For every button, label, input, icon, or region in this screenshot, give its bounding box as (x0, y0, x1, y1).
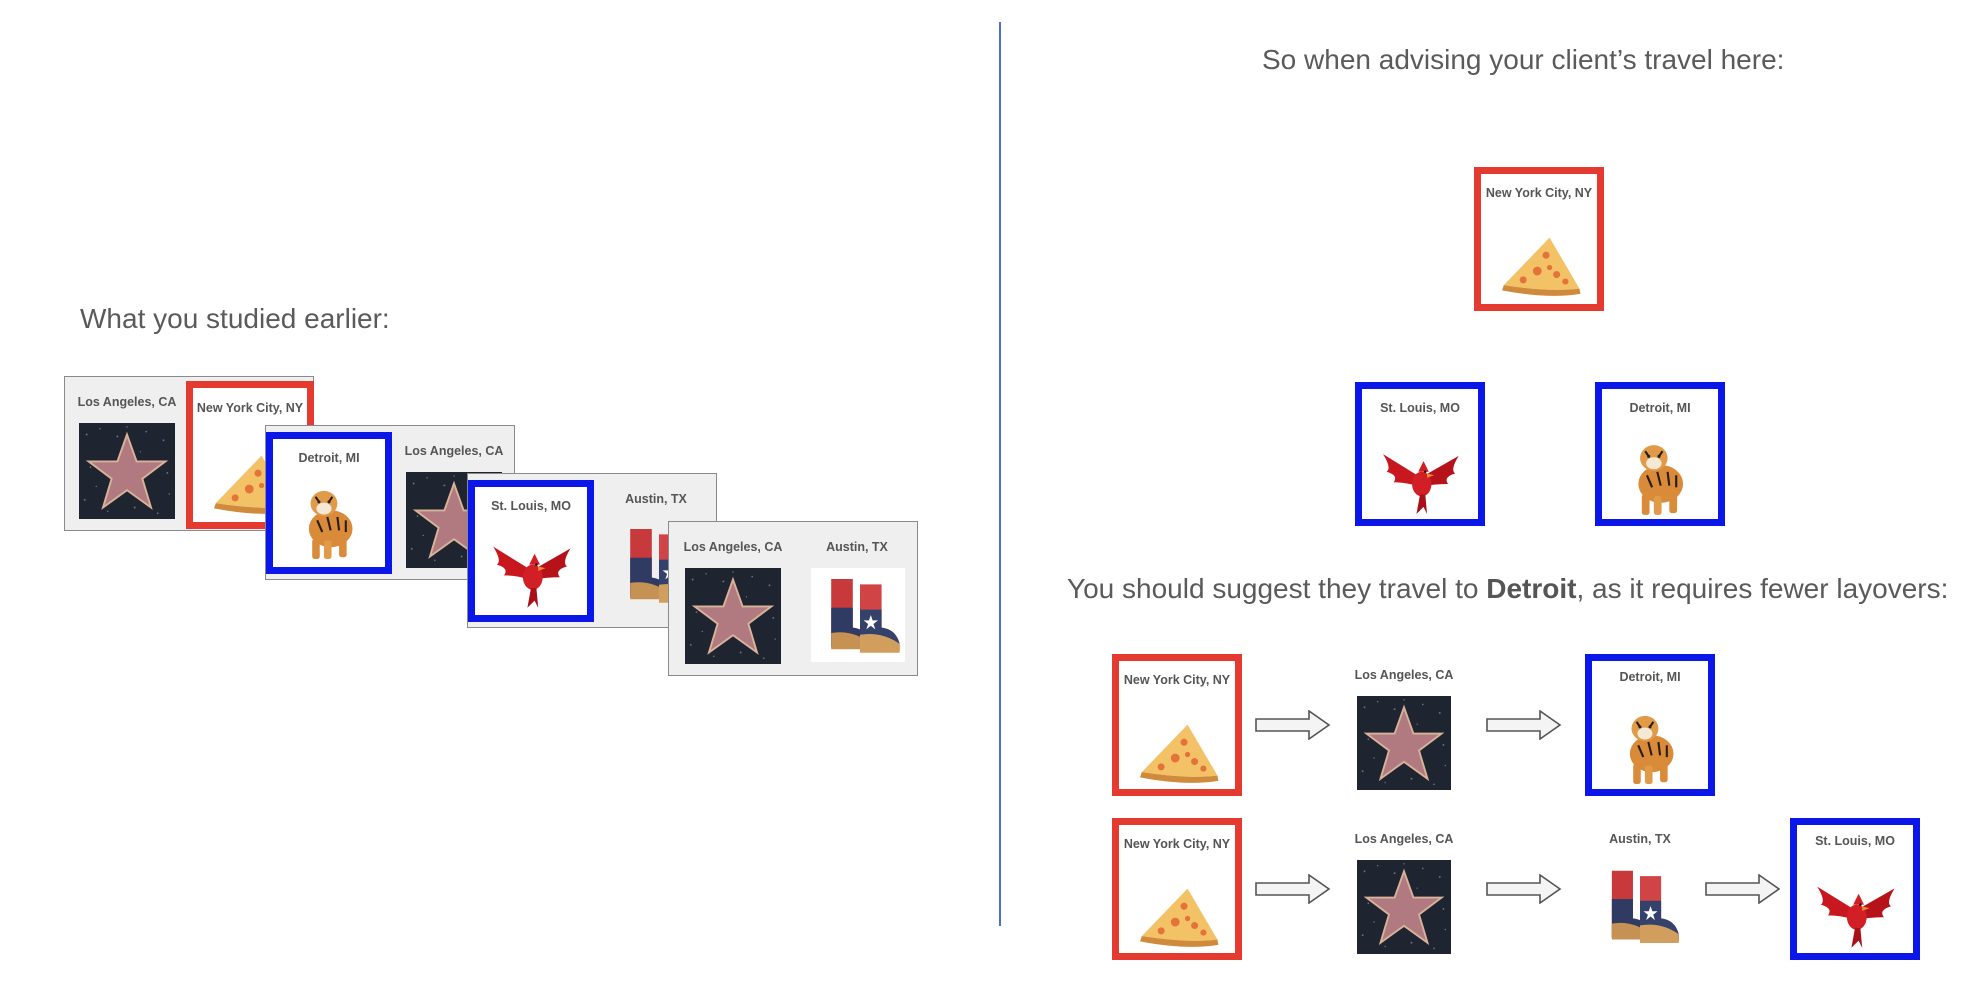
city-label: New York City, NY (1485, 186, 1593, 200)
hollywood-star-icon (685, 568, 781, 664)
section-divider (999, 22, 1001, 926)
option-detroit-frame: Detroit, MI (1595, 382, 1725, 526)
route1-la-cell: Los Angeles, CA (1350, 654, 1458, 804)
left-heading: What you studied earlier: (80, 303, 390, 334)
city-label: New York City, NY (196, 401, 304, 415)
city-label: St. Louis, MO (1380, 401, 1460, 415)
city-cell-la: Los Angeles, CA (73, 377, 181, 527)
city-label: St. Louis, MO (1815, 834, 1895, 848)
study-card-4: Los Angeles, CA Austin, TX (668, 521, 918, 676)
city-label: Los Angeles, CA (683, 540, 783, 554)
cowboy-boots-icon (1596, 862, 1684, 950)
suggestion-text: You should suggest they travel to Detroi… (1067, 573, 1948, 605)
cardinal-bird-icon (485, 525, 577, 615)
hollywood-star-icon (1357, 860, 1451, 954)
route-arrow-icon (1255, 710, 1331, 740)
route1-detroit-frame: Detroit, MI (1585, 654, 1715, 796)
city-label: Los Angeles, CA (1354, 668, 1454, 682)
city-label: Detroit, MI (298, 451, 360, 465)
city-label: New York City, NY (1123, 673, 1231, 687)
option-stl-frame: St. Louis, MO (1355, 382, 1485, 526)
cardinal-bird-icon (1374, 433, 1466, 521)
route2-la-cell: Los Angeles, CA (1350, 818, 1458, 968)
route2-austin-cell: Austin, TX (1586, 818, 1694, 968)
cowboy-boots-icon (815, 570, 905, 660)
route-arrow-icon (1486, 874, 1562, 904)
right-heading: So when advising your client’s travel he… (1262, 44, 1785, 75)
route-arrow-icon (1486, 710, 1562, 740)
route1-nyc-frame: New York City, NY (1112, 654, 1242, 796)
tiger-icon (1608, 701, 1692, 793)
city-label: Los Angeles, CA (1354, 832, 1454, 846)
city-frame-stl: St. Louis, MO (468, 480, 594, 622)
city-label: St. Louis, MO (491, 499, 571, 513)
suggestion-text-after: , as it requires fewer layovers: (1576, 573, 1949, 604)
origin-nyc-frame: New York City, NY (1474, 167, 1604, 311)
city-cell-la: Los Angeles, CA (679, 522, 787, 672)
city-label: New York City, NY (1123, 837, 1231, 851)
pizza-slice-icon (1133, 871, 1221, 959)
hollywood-star-icon (79, 423, 175, 519)
city-label: Detroit, MI (1629, 401, 1691, 415)
route2-nyc-frame: New York City, NY (1112, 818, 1242, 960)
city-label: Austin, TX (625, 492, 687, 506)
route-arrow-icon (1255, 874, 1331, 904)
city-label: Los Angeles, CA (77, 395, 177, 409)
cardinal-bird-icon (1809, 865, 1901, 955)
city-frame-detroit: Detroit, MI (266, 432, 392, 574)
pizza-slice-icon (1495, 220, 1583, 308)
hollywood-star-icon (1357, 696, 1451, 790)
city-cell-austin: Austin, TX (803, 522, 911, 672)
city-label: Detroit, MI (1619, 670, 1681, 684)
route2-stl-frame: St. Louis, MO (1790, 818, 1920, 960)
tiger-icon (1616, 431, 1702, 523)
tiger-icon (287, 477, 371, 567)
city-label: Austin, TX (826, 540, 888, 554)
pizza-slice-icon (1133, 707, 1221, 795)
suggestion-text-bold: Detroit (1486, 573, 1577, 604)
city-label: Austin, TX (1609, 832, 1671, 846)
suggestion-text-before: You should suggest they travel to (1067, 573, 1487, 604)
city-label: Los Angeles, CA (404, 444, 504, 458)
route-arrow-icon (1705, 874, 1781, 904)
